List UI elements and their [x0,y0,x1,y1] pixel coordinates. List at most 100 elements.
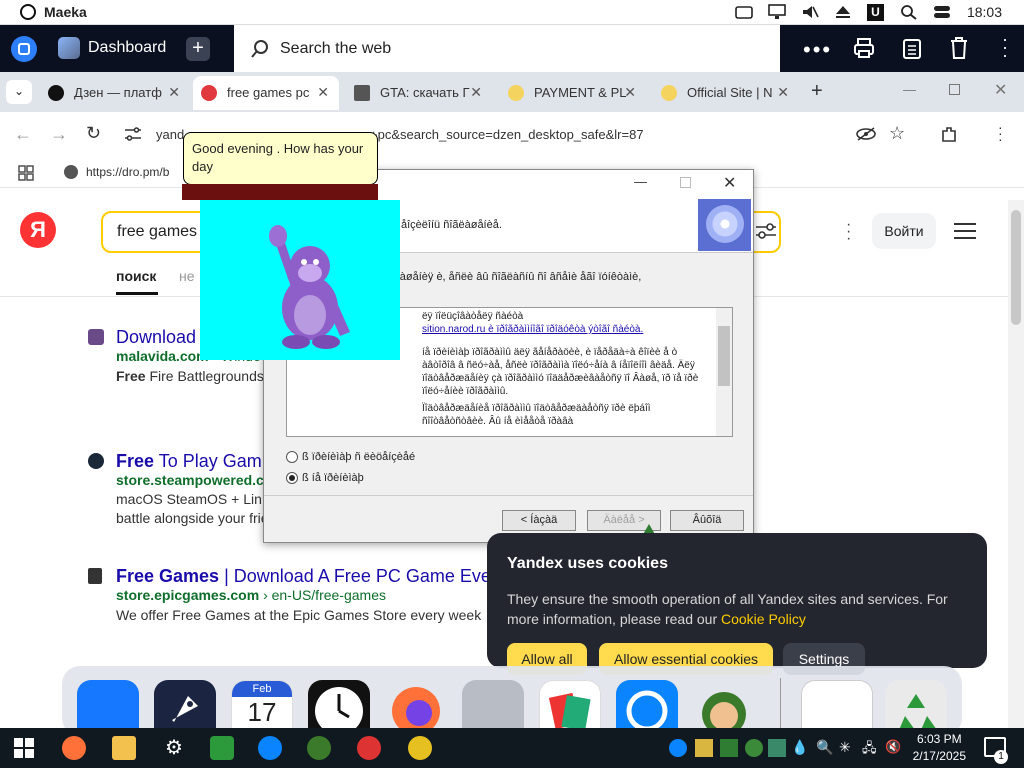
tab-payment[interactable]: PAYMENT & PL ✕ [500,76,646,110]
taskbar-cards-icon[interactable] [210,736,234,760]
result-title[interactable]: Free Games | Download A Free PC Game Eve [116,566,496,587]
close-tab-icon[interactable]: ✕ [777,84,789,101]
search-result: Free Games | Download A Free PC Game Eve… [116,566,496,623]
dialog-maximize-icon[interactable] [680,177,691,188]
dialog-minimize-icon[interactable]: — [634,174,647,189]
tab-label: GTA: скачать Г [380,85,470,100]
clipboard-icon[interactable] [902,37,922,59]
minimize-window-icon[interactable]: — [903,82,916,97]
tray-drop-icon[interactable]: 💧 [791,739,808,757]
eject-icon[interactable] [834,4,852,20]
tab-dzen[interactable]: Дзен — платф ✕ [40,76,190,110]
close-tab-icon[interactable]: ✕ [624,84,636,101]
bonzi-gorilla-icon [269,225,350,349]
tray-volume-muted-icon[interactable]: 🔇 [885,739,903,757]
bookmark-star-icon[interactable]: ☆ [889,123,905,144]
kebab-menu-icon[interactable]: · · · [1002,30,1008,64]
apps-grid-icon[interactable] [18,165,34,181]
close-tab-icon[interactable]: ✕ [317,84,329,101]
url-end[interactable]: +pc&search_source=dzen_desktop_safe&lr=8… [370,127,644,142]
bonzi-dark-panel [182,184,378,200]
bonzi-speech-bubble: Good evening . How has your day [183,132,378,185]
radio-decline[interactable]: ß íå ïðèíèìàþ [286,472,364,485]
tray-cards-icon[interactable] [768,739,786,757]
tab-official-site[interactable]: Official Site | N ✕ [653,76,799,110]
tab-gta[interactable]: GTA: скачать Г ✕ [346,76,492,110]
wallet-icon[interactable] [735,4,753,20]
cookie-policy-link[interactable]: Cookie Policy [721,611,806,627]
globe-icon [64,165,78,179]
taskbar-explorer-icon[interactable] [112,736,136,760]
url-start[interactable]: yand [156,127,184,142]
license-scrollbar[interactable] [716,308,732,436]
close-tab-icon[interactable]: ✕ [168,84,180,101]
tray-tree-icon[interactable] [720,739,738,757]
more-dots-icon[interactable]: ••• [803,37,832,63]
radio-accept[interactable]: ß ïðèíèìàþ ñ ëèöåíçèåé [286,451,415,464]
new-tab-button[interactable]: + [186,37,210,61]
tab-search-underline [116,292,158,295]
extensions-icon[interactable] [940,125,958,143]
tray-browser-icon[interactable] [669,739,687,757]
tray-app-icon[interactable] [695,739,713,757]
browser-menu-icon[interactable]: · · · [998,120,1003,146]
dashboard-title[interactable]: Dashboard [88,39,166,57]
eye-slash-icon[interactable] [856,127,876,141]
tab-list-dropdown-icon[interactable]: ⌄ [6,80,32,104]
page-scrollbar[interactable] [1008,200,1024,728]
bookmark-link[interactable]: https://dro.pm/b [86,165,169,179]
dialog-close-icon[interactable]: ✕ [723,173,736,193]
tab-search[interactable]: поиск [116,268,156,284]
tray-sync-icon[interactable] [745,739,763,757]
add-tab-icon[interactable]: + [811,80,823,103]
tray-network-icon[interactable]: 🖧 [862,739,880,757]
site-settings-icon[interactable] [124,126,142,142]
power-icon[interactable] [20,4,36,20]
filter-settings-icon[interactable] [755,222,777,240]
forward-arrow-icon[interactable]: → [50,124,68,145]
login-button[interactable]: Войти [872,213,936,249]
taskbar-clock[interactable]: 6:03 PM 2/17/2025 [913,731,966,765]
close-window-icon[interactable]: ✕ [994,80,1007,100]
taskbar-browser-icon[interactable] [258,736,282,760]
cookie-title: Yandex uses cookies [507,555,668,572]
tab-other[interactable]: не [179,268,195,284]
reload-icon[interactable]: ↻ [86,123,101,144]
yandex-logo[interactable]: Я [20,212,56,248]
back-arrow-icon[interactable]: ← [14,124,32,145]
web-search-bar[interactable]: Search the web [234,25,780,72]
cancel-button[interactable]: Âûõîä [670,510,744,531]
taskbar-settings-icon[interactable]: ⚙ [162,736,186,760]
monitor-icon[interactable] [768,4,786,20]
toggle-icon[interactable] [933,4,951,20]
search-icon[interactable] [900,4,918,20]
u-badge-icon[interactable]: U [867,4,884,21]
browser-logo-icon[interactable] [11,36,37,62]
tab-strip: ⌄ Дзен — платф ✕ free games pc ✕ GTA: ск… [0,72,1024,112]
windows-start-icon[interactable] [12,736,36,760]
taskbar-firefox-icon[interactable] [62,736,86,760]
trash-icon[interactable] [949,36,969,60]
tray-search-icon[interactable]: 🔍 [816,739,834,757]
tab-favicon-icon [201,85,217,101]
taskbar-red-app-icon[interactable] [357,736,381,760]
hamburger-menu-icon[interactable] [954,222,976,240]
windows-taskbar: ⚙ 💧 🔍 ✳ 🖧 🔇 6:03 PM 2/17/2025 1 [0,728,1024,768]
taskbar-character-icon[interactable] [307,736,331,760]
result-url[interactable]: store.epicgames.com › en-US/free-games [116,587,496,603]
restore-window-icon[interactable] [949,84,960,95]
close-tab-icon[interactable]: ✕ [470,84,482,101]
tab-favicon-icon [48,85,64,101]
tray-star-icon[interactable]: ✳ [839,739,857,757]
tab-label: Official Site | N [687,85,773,100]
tab-free-games[interactable]: free games pc ✕ [193,76,339,110]
system-clock: 18:03 [966,4,1002,20]
steam-favicon-icon [88,453,104,469]
bonzi-buddy-window[interactable] [200,200,400,360]
mute-icon[interactable] [801,4,819,20]
page-more-icon[interactable]: · · · [846,217,851,247]
dashboard-icon[interactable] [58,37,80,59]
back-button[interactable]: < Íàçàä [502,510,576,531]
print-icon[interactable] [853,37,875,59]
taskbar-yellow-app-icon[interactable] [408,736,432,760]
